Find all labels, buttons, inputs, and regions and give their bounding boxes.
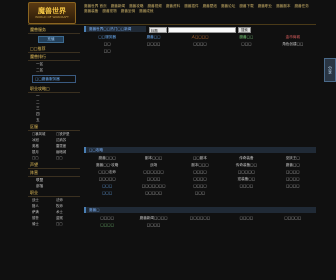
content-link — [223, 190, 269, 197]
content-link[interactable]: □□□法师 — [84, 169, 130, 176]
search-type-select[interactable]: 标题 — [149, 26, 167, 33]
content-link[interactable]: 副本□□□ — [130, 155, 176, 162]
content-link[interactable]: □□□□ — [130, 222, 176, 229]
content-link[interactable]: 传奇装备 — [223, 155, 269, 162]
content-link[interactable]: 魔兽新闻□□□□ — [130, 215, 176, 222]
nav-link[interactable]: 魔兽成就 — [139, 9, 153, 14]
content-link — [270, 190, 316, 197]
content-link[interactable]: 宏装备□□ — [223, 176, 269, 183]
content-link[interactable]: □□□ — [84, 183, 130, 190]
content-link[interactable]: □□ — [84, 41, 130, 48]
content-link[interactable]: 魔兽□□□ — [84, 155, 130, 162]
sidebar-button[interactable]: 充值 — [38, 36, 64, 43]
share-side-tab[interactable]: 分享 — [324, 58, 336, 82]
nav-link[interactable]: 魔兽职业 — [258, 4, 272, 9]
content-link[interactable]: □□□□ — [177, 169, 223, 176]
content-link[interactable]: □□□ — [177, 190, 223, 197]
content-link[interactable]: □□□ — [223, 41, 269, 48]
content-link[interactable]: □□□□ — [84, 222, 130, 229]
sidebar-section-title[interactable]: 职业攻略□ — [28, 85, 80, 93]
content-link — [270, 222, 316, 229]
content-link[interactable]: 战场 — [130, 162, 176, 169]
nav-link[interactable]: 魔兽宠物 — [102, 9, 116, 14]
content-link[interactable]: □□□□ — [270, 176, 316, 183]
content-link[interactable]: □□□□□ — [270, 215, 316, 222]
wow-section-header: 魔兽□ — [84, 207, 316, 213]
content-link[interactable]: 传奇装备□□ — [223, 162, 269, 169]
header-divider — [28, 24, 316, 25]
nav-link[interactable]: 魔兽坐骑 — [121, 9, 135, 14]
content-link[interactable]: □□□□□ — [223, 169, 269, 176]
content-link[interactable]: □□□□□□ — [130, 169, 176, 176]
content-link[interactable]: 魔兽□□ — [270, 162, 316, 169]
sidebar-grid-item[interactable]: □□ — [56, 155, 80, 161]
sidebar-highlight-link[interactable]: □□魔兽服务器 — [32, 75, 76, 83]
content-link[interactable]: □□服务器 — [84, 34, 130, 41]
content-link[interactable]: 人□□□□ — [177, 34, 223, 41]
guide-links: 魔兽□□□ 副本□□□ □□副本 传奇装备 巫妖王□ 魔兽□□·攻略 战场 副本□□□ 传奇装备… — [84, 155, 316, 197]
content-link[interactable]: □□□□ — [177, 41, 223, 48]
content-link[interactable]: 巫妖王□ — [270, 155, 316, 162]
content-link — [177, 222, 223, 229]
sidebar-grid: □暴风城 □铁炉堡 冰冠 达纳苏 奥格 雷霆崖 银月 幽暗城 □□ □□ — [28, 131, 80, 161]
sidebar: 魔兽服务 充值 □□推荐 魔兽排行 一区 二区 □□魔兽服务器 职业攻略□ 一二三四五区服 □暴风… — [28, 26, 80, 227]
content-link[interactable]: □□□□□ — [130, 190, 176, 197]
nav-link[interactable]: 魔兽资料 — [166, 4, 180, 9]
content-link[interactable]: □□□□ — [84, 215, 130, 222]
logo-title: 魔兽世界 — [38, 7, 66, 15]
guide-section-header: □□攻略 — [84, 147, 316, 153]
nav-link[interactable]: 魔兽壁纸 — [203, 4, 217, 9]
content-link[interactable]: □□□□□□□ — [130, 183, 176, 190]
content-link[interactable]: □□□□ — [270, 183, 316, 190]
sidebar-grid: 战士 法师 猎人 牧师 萨满 术士 德鲁 盗贼 骑士 □□ — [28, 197, 80, 227]
content-link[interactable]: 魔兽□□ — [130, 34, 176, 41]
news-links: □□服务器 魔兽□□ 人□□□□ 魔兽□□ 金币商城 □□ □□□□ □□□□ □□□ 角色创建□… — [84, 34, 316, 55]
top-navigation: 魔兽世界 首页 魔兽新闻 魔兽攻略 魔兽视频 魔兽资料 魔兽插件 魔兽壁纸 魔兽论坛 魔兽下载魔… — [84, 4, 316, 20]
nav-link[interactable]: 魔兽任务 — [294, 4, 308, 9]
sidebar-section-title[interactable]: 区服 — [28, 123, 80, 131]
content-link[interactable]: 副本□□□ — [177, 162, 223, 169]
logo-subtitle: WORLD OF WARCRAFT — [35, 15, 69, 19]
main-content: 魔兽世界□□热门□□新闻 标题 搜索 □□服务器 魔兽□□ 人□□□□ 魔兽□□ 金币商… — [84, 26, 316, 229]
search-bar: 标题 搜索 — [149, 26, 251, 33]
content-link[interactable]: 金币商城 — [270, 34, 316, 41]
nav-link[interactable]: 魔兽插件 — [184, 4, 198, 9]
sidebar-grid-item[interactable]: 骑士 — [32, 221, 56, 227]
nav-link[interactable]: 魔兽论坛 — [221, 4, 235, 9]
content-link — [223, 222, 269, 229]
content-link[interactable]: □□ — [84, 48, 130, 55]
site-logo[interactable]: 魔兽世界 WORLD OF WARCRAFT — [28, 2, 76, 24]
sidebar-section-title[interactable]: 阵营 — [28, 169, 80, 177]
content-link[interactable]: □□□□ — [130, 41, 176, 48]
content-link[interactable]: □□□□□ — [84, 176, 130, 183]
sidebar-section-title[interactable]: 魔兽服务 — [28, 26, 80, 34]
nav-link[interactable]: 魔兽下载 — [239, 4, 253, 9]
wow-links: □□□□ 魔兽新闻□□□□ □□□□□□ □□□□ □□□□□ □□□□ □□□□ — [84, 215, 316, 229]
sidebar-grid-item[interactable]: □□ — [56, 221, 80, 227]
sidebar-section-title[interactable]: □□推荐 — [28, 45, 80, 53]
content-link[interactable]: □□□ — [84, 190, 130, 197]
nav-link[interactable]: 魔兽装备 — [84, 9, 98, 14]
sidebar-item[interactable]: 二区 — [28, 67, 80, 73]
content-link[interactable]: 角色创建□□ — [270, 41, 316, 48]
content-link[interactable]: 魔兽□□·攻略 — [84, 162, 130, 169]
search-input[interactable] — [168, 26, 236, 33]
content-link[interactable]: □□□□ — [270, 169, 316, 176]
content-link[interactable]: □□副本 — [177, 155, 223, 162]
content-link[interactable]: □□□□ — [223, 215, 269, 222]
sidebar-section-title[interactable]: 魔兽排行 — [28, 53, 80, 61]
content-link[interactable]: □□□□ — [177, 183, 223, 190]
content-link[interactable]: 魔兽□□ — [223, 34, 269, 41]
content-link[interactable]: □□□□ — [223, 183, 269, 190]
content-link[interactable]: □□□□□□ — [177, 215, 223, 222]
content-link[interactable]: □□□□ — [130, 176, 176, 183]
search-button[interactable]: 搜索 — [238, 26, 251, 33]
news-section-header: 魔兽世界□□热门□□新闻 — [84, 26, 146, 32]
content-link[interactable]: □□□□ — [177, 176, 223, 183]
empty-area — [84, 55, 316, 147]
nav-link[interactable]: 魔兽副本 — [276, 4, 290, 9]
sidebar-section-title[interactable]: 声望 — [28, 161, 80, 169]
sidebar-section-title[interactable]: 职业 — [28, 189, 80, 197]
